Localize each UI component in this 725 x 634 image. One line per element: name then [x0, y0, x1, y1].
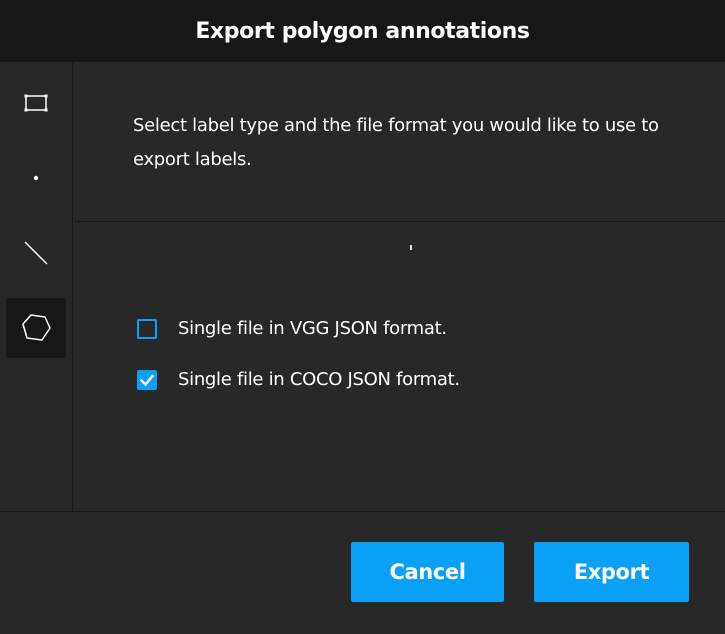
export-dialog: Export polygon annotations Select label … — [0, 0, 725, 634]
polygon-icon — [19, 311, 53, 345]
stray-mark — [410, 245, 412, 250]
export-description: Select label type and the file format yo… — [133, 115, 659, 170]
tool-rectangle[interactable] — [6, 73, 66, 133]
coco-json-label: Single file in COCO JSON format. — [178, 369, 460, 390]
tool-point[interactable] — [6, 148, 66, 208]
rectangle-icon — [23, 93, 49, 113]
cancel-button[interactable]: Cancel — [351, 542, 504, 602]
checkmark-icon — [139, 373, 155, 386]
option-coco-json[interactable]: Single file in COCO JSON format. — [137, 369, 460, 390]
vgg-json-checkbox[interactable] — [137, 318, 157, 339]
tool-line[interactable] — [6, 223, 66, 283]
line-icon — [23, 240, 49, 266]
footer-divider — [0, 511, 725, 512]
vgg-json-label: Single file in VGG JSON format. — [178, 318, 447, 339]
option-vgg-json[interactable]: Single file in VGG JSON format. — [137, 318, 447, 339]
point-icon — [31, 173, 41, 183]
coco-json-checkbox[interactable] — [137, 369, 157, 390]
tool-polygon[interactable] — [6, 298, 66, 358]
export-button[interactable]: Export — [534, 542, 689, 602]
label-type-sidebar — [0, 62, 73, 512]
dialog-title: Export polygon annotations — [195, 18, 530, 44]
description-section: Select label type and the file format yo… — [74, 62, 725, 222]
dialog-header: Export polygon annotations — [0, 0, 725, 62]
